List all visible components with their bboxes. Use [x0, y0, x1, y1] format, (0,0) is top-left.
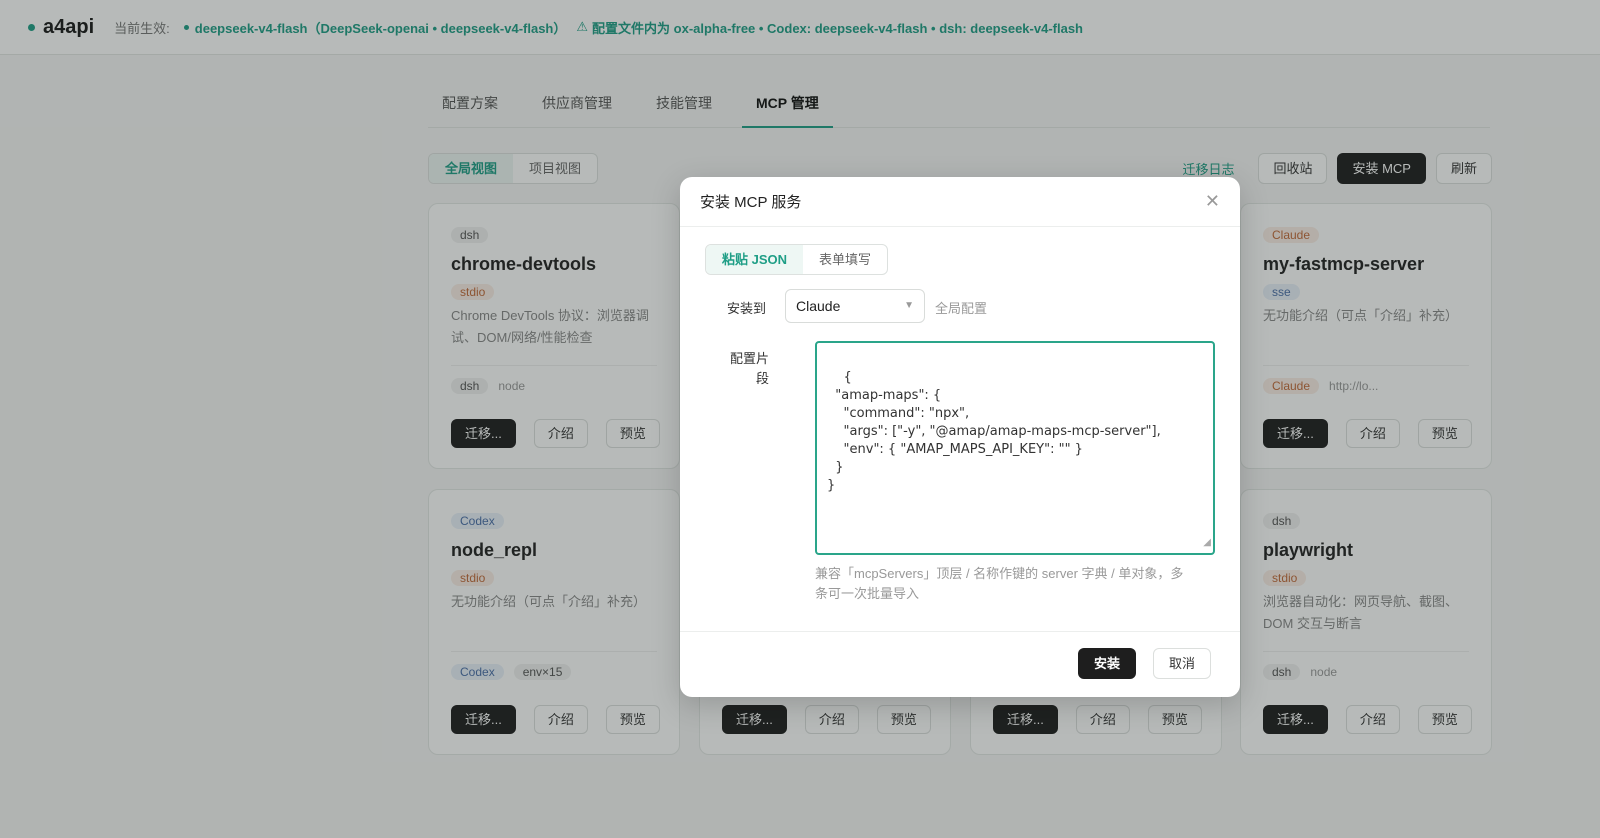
install-target-value: Claude — [796, 298, 841, 314]
resize-handle-icon[interactable]: ◢ — [1203, 534, 1211, 552]
snippet-label: 配置片 段 — [729, 351, 769, 386]
dialog-title: 安装 MCP 服务 — [700, 194, 802, 211]
config-snippet-textarea[interactable]: { "amap-maps": { "command": "npx", "args… — [815, 341, 1215, 555]
chevron-down-icon: ▼ — [904, 300, 914, 311]
form-fill-tab[interactable]: 表单填写 — [803, 245, 887, 274]
paste-json-tab[interactable]: 粘贴 JSON — [706, 245, 804, 274]
snippet-hint: 兼容「mcpServers」顶层 / 名称作键的 server 字典 / 单对象… — [815, 566, 1184, 601]
install-to-label: 安装到 — [727, 301, 767, 316]
dialog-header: 安装 MCP 服务 ✕ — [680, 177, 1240, 227]
dialog-footer: 安装 取消 — [680, 631, 1240, 697]
install-button[interactable]: 安装 — [1078, 648, 1137, 679]
scope-text: 全局配置 — [935, 301, 988, 316]
cancel-button[interactable]: 取消 — [1153, 648, 1212, 679]
config-snippet-code: { "amap-maps": { "command": "npx", "args… — [827, 370, 1161, 493]
input-mode-toggle: 粘贴 JSON 表单填写 — [705, 244, 889, 275]
install-mcp-dialog: 安装 MCP 服务 ✕ 粘贴 JSON 表单填写 安装到 Claude ▼ 全局… — [680, 177, 1240, 697]
install-target-select[interactable]: Claude ▼ — [785, 289, 925, 323]
close-icon[interactable]: ✕ — [1205, 191, 1220, 212]
